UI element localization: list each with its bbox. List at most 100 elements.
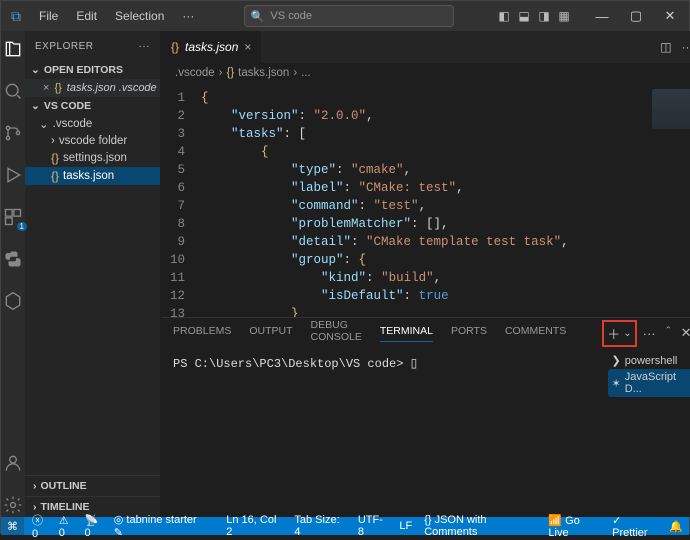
title-bar: ⧉ File Edit Selection ··· 🔍 VS code ◧ ⬓ … — [1, 1, 689, 31]
breadcrumb-more[interactable]: ... — [301, 67, 311, 79]
open-editors-label: OPEN EDITORS — [44, 64, 123, 76]
menu-bar: File Edit Selection ··· — [31, 5, 202, 27]
layout-sidebar-right-icon[interactable]: ◨ — [535, 7, 553, 25]
panel-maximize-icon[interactable]: ＾ — [662, 324, 675, 343]
panel-more-icon[interactable]: ··· — [643, 326, 656, 341]
tree-folder-vscode[interactable]: ⌄ .vscode — [25, 115, 160, 133]
code-lines[interactable]: { "version": "2.0.0", "tasks": [ { "type… — [201, 89, 690, 317]
open-editor-label: tasks.json .vscode — [67, 82, 157, 94]
status-cursor-pos[interactable]: Ln 16, Col 2 — [226, 514, 282, 538]
tree-label: settings.json — [63, 152, 127, 164]
status-warnings[interactable]: ⚠ 0 — [59, 514, 77, 539]
panel-tab-debug[interactable]: DEBUG CONSOLE — [311, 319, 362, 347]
window-minimize[interactable]: — — [587, 2, 617, 30]
tree-label: .vscode — [53, 118, 93, 130]
activity-run-debug-icon[interactable] — [1, 163, 25, 187]
close-icon[interactable]: × — [244, 40, 251, 54]
json-icon: {} — [54, 82, 61, 94]
panel-tab-comments[interactable]: COMMENTS — [505, 325, 566, 341]
tree-folder-vscodefolder[interactable]: › vscode folder — [25, 133, 160, 149]
chevron-right-icon: › — [51, 135, 55, 147]
explorer-title: EXPLORER — [35, 41, 93, 52]
breadcrumb-file[interactable]: tasks.json — [238, 67, 289, 79]
menu-edit[interactable]: Edit — [68, 5, 105, 27]
terminal-list: ❯ powershell ✶ JavaScript D... — [604, 348, 690, 517]
remote-indicator[interactable]: ⌘ — [1, 517, 24, 535]
activity-explorer-icon[interactable] — [1, 37, 25, 61]
explorer-sidebar: EXPLORER ··· ⌄ OPEN EDITORS × {} tasks.j… — [25, 31, 161, 517]
layout-sidebar-left-icon[interactable]: ◧ — [495, 7, 513, 25]
layout-customize-icon[interactable]: ▦ — [555, 7, 573, 25]
editor-code-area[interactable]: 12345678910111213141516 { "version": "2.… — [161, 83, 690, 317]
minimap[interactable] — [652, 89, 690, 129]
panel-tab-terminal[interactable]: TERMINAL — [380, 325, 433, 342]
status-golive[interactable]: 📶 Go Live — [548, 514, 600, 539]
tree-file-settings[interactable]: {} settings.json — [25, 149, 160, 167]
status-ports[interactable]: 📡 0 — [84, 514, 105, 539]
status-prettier[interactable]: ✓ Prettier — [612, 514, 657, 539]
menu-file[interactable]: File — [31, 5, 66, 27]
activity-accounts-icon[interactable] — [1, 451, 25, 475]
panel-tab-output[interactable]: OUTPUT — [249, 325, 292, 341]
chevron-down-icon: ⌄ — [39, 117, 49, 131]
terminal-prompt: PS C:\Users\PC3\Desktop\VS code> ▯ — [173, 357, 417, 371]
command-center-search[interactable]: 🔍 VS code — [244, 5, 454, 27]
bottom-panel: PROBLEMS OUTPUT DEBUG CONSOLE TERMINAL P… — [161, 317, 690, 517]
status-bar: ⌘ ⓧ 0 ⚠ 0 📡 0 ◎ tabnine starter ✎ Ln 16,… — [1, 517, 689, 535]
activity-bar: 1 — [1, 31, 25, 517]
window-close[interactable]: ✕ — [655, 2, 685, 30]
split-editor-icon[interactable]: ◫ — [660, 40, 671, 54]
panel-tab-ports[interactable]: PORTS — [451, 325, 487, 341]
window-maximize[interactable]: ▢ — [621, 2, 651, 30]
editor-tab-tasks[interactable]: {} tasks.json × — [161, 31, 262, 63]
chevron-right-icon: › — [33, 480, 37, 492]
open-editor-item[interactable]: × {} tasks.json .vscode — [25, 79, 160, 97]
status-tab-size[interactable]: Tab Size: 4 — [294, 514, 345, 538]
status-tabnine[interactable]: ◎ tabnine starter ✎ — [114, 513, 203, 539]
terminal-output[interactable]: PS C:\Users\PC3\Desktop\VS code> ▯ — [161, 348, 604, 517]
new-terminal-icon[interactable]: ＋ — [607, 324, 620, 343]
activity-extensions-icon[interactable]: 1 — [1, 205, 25, 229]
vscode-logo-icon: ⧉ — [1, 8, 31, 25]
json-icon: {} — [171, 40, 179, 54]
activity-source-control-icon[interactable] — [1, 121, 25, 145]
terminal-profile-dropdown-icon[interactable]: ⌄ — [623, 328, 631, 339]
activity-search-icon[interactable] — [1, 79, 25, 103]
tree-label: tasks.json — [63, 170, 114, 182]
breadcrumb[interactable]: .vscode › {} tasks.json › ... — [161, 63, 690, 83]
tree-file-tasks[interactable]: {} tasks.json — [25, 167, 160, 185]
menu-more[interactable]: ··· — [174, 5, 202, 27]
status-eol[interactable]: LF — [399, 520, 412, 532]
breadcrumb-folder[interactable]: .vscode — [175, 67, 215, 79]
outline-section[interactable]: › OUTLINE — [25, 475, 160, 496]
chevron-right-icon: › — [293, 67, 297, 79]
panel-close-icon[interactable]: ✕ — [681, 325, 690, 341]
new-terminal-highlight: ＋ ⌄ — [602, 320, 636, 347]
tree-label: vscode folder — [59, 135, 127, 147]
status-language[interactable]: {} JSON with Comments — [424, 514, 536, 538]
json-icon: {} — [51, 169, 59, 183]
json-icon: {} — [51, 151, 59, 165]
activity-hexagon-icon[interactable] — [1, 289, 25, 313]
status-encoding[interactable]: UTF-8 — [358, 514, 387, 538]
menu-selection[interactable]: Selection — [107, 5, 172, 27]
terminal-entry-powershell[interactable]: ❯ powershell — [608, 352, 690, 369]
activity-settings-icon[interactable] — [1, 493, 25, 517]
open-editors-section[interactable]: ⌄ OPEN EDITORS — [25, 61, 160, 79]
panel-tabs: PROBLEMS OUTPUT DEBUG CONSOLE TERMINAL P… — [161, 318, 690, 348]
status-errors[interactable]: ⓧ 0 — [32, 512, 51, 540]
workspace-label: VS CODE — [44, 100, 91, 112]
layout-panel-icon[interactable]: ⬓ — [515, 7, 533, 25]
tab-label: tasks.json — [185, 40, 238, 54]
terminal-entry-javascript[interactable]: ✶ JavaScript D... — [608, 369, 690, 397]
activity-python-icon[interactable] — [1, 247, 25, 271]
workspace-section[interactable]: ⌄ VS CODE — [25, 97, 160, 115]
panel-tab-problems[interactable]: PROBLEMS — [173, 325, 231, 341]
search-text: VS code — [270, 10, 312, 22]
editor-group: {} tasks.json × ◫ ··· .vscode › {} tasks… — [161, 31, 690, 517]
close-icon[interactable]: × — [43, 82, 49, 94]
status-bell-icon[interactable]: 🔔 — [669, 520, 683, 533]
extensions-badge: 1 — [17, 222, 27, 231]
explorer-more-icon[interactable]: ··· — [139, 41, 151, 52]
editor-more-icon[interactable]: ··· — [682, 40, 690, 54]
